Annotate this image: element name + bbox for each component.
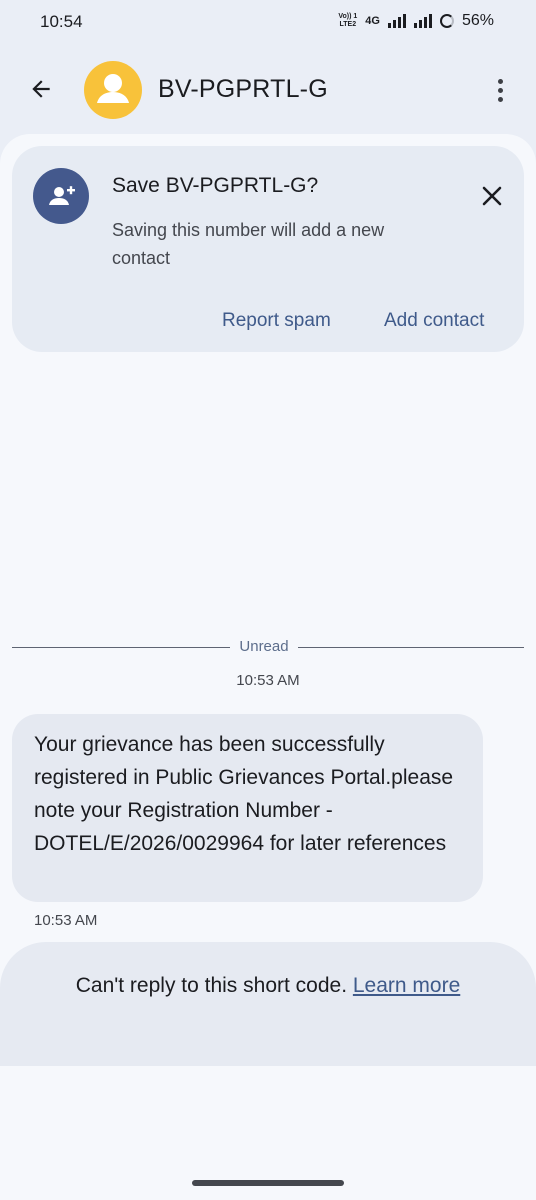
message-time: 10:53 AM xyxy=(34,912,98,929)
learn-more-link[interactable]: Learn more xyxy=(353,974,460,997)
status-time: 10:54 xyxy=(40,12,83,31)
divider-line xyxy=(298,647,524,648)
unread-label: Unread xyxy=(239,638,289,655)
signal-icon-2 xyxy=(413,14,432,28)
save-card-title: Save BV-PGPRTL-G? xyxy=(112,174,319,197)
status-icons: Vo)) 1 LTE2 4G 56% xyxy=(338,12,494,30)
signal-icon xyxy=(387,14,406,28)
conversation-timestamp: 10:53 AM xyxy=(236,672,300,689)
volte-icon: Vo)) 1 LTE2 xyxy=(338,13,358,28)
dot-icon xyxy=(497,87,503,93)
person-icon xyxy=(97,74,129,103)
dot-icon xyxy=(497,96,503,102)
close-icon xyxy=(482,186,502,206)
status-bar: 10:54 Vo)) 1 LTE2 4G 56% xyxy=(0,0,536,44)
arrow-back-icon xyxy=(32,80,50,98)
add-person-icon xyxy=(33,168,89,224)
footer-text: Can't reply to this short code. Learn mo… xyxy=(0,974,536,998)
report-spam-button[interactable]: Report spam xyxy=(222,310,331,332)
contact-name[interactable]: BV-PGPRTL-G xyxy=(158,75,328,104)
message-bubble[interactable]: Your grievance has been successfully reg… xyxy=(12,714,483,902)
cant-reply-text: Can't reply to this short code. xyxy=(75,974,348,997)
back-button[interactable] xyxy=(22,70,60,108)
app-bar: BV-PGPRTL-G xyxy=(0,44,536,136)
save-card-subtitle: Saving this number will add a new contac… xyxy=(112,220,385,268)
divider-line xyxy=(12,647,230,648)
reply-footer: Can't reply to this short code. Learn mo… xyxy=(0,942,536,1066)
battery-percent: 56% xyxy=(461,12,494,29)
message-text: Your grievance has been successfully reg… xyxy=(34,733,454,855)
add-contact-button[interactable]: Add contact xyxy=(384,310,484,332)
home-indicator[interactable] xyxy=(192,1180,344,1186)
avatar[interactable] xyxy=(84,61,142,119)
save-contact-card: Save BV-PGPRTL-G? Saving this number wil… xyxy=(12,146,524,352)
more-options-button[interactable] xyxy=(490,74,510,106)
dot-icon xyxy=(497,78,503,84)
unread-divider: Unread xyxy=(12,638,524,658)
close-button[interactable] xyxy=(480,184,504,208)
battery-icon xyxy=(439,14,454,28)
network-type: 4G xyxy=(365,15,380,27)
